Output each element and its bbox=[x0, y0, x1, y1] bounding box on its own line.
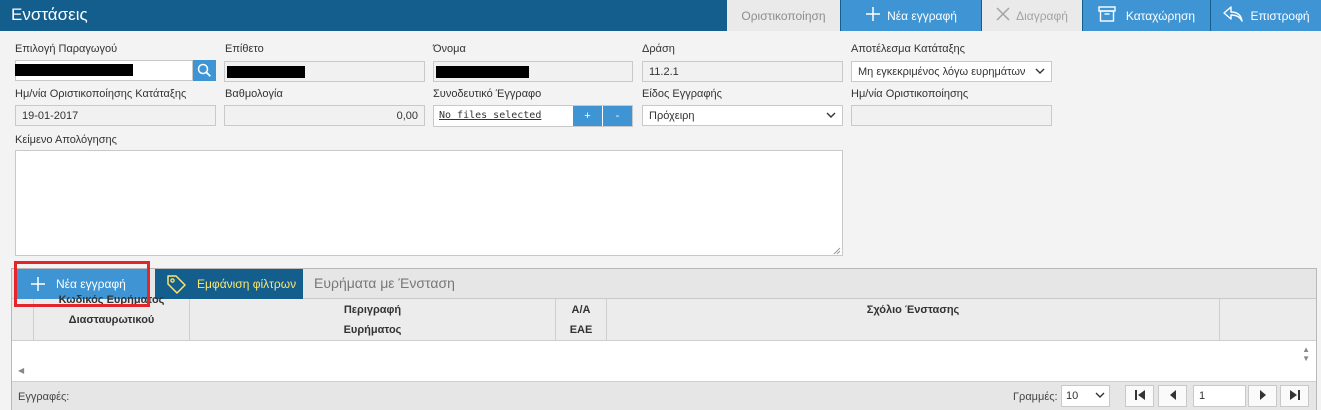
resize-handle-icon[interactable] bbox=[833, 246, 841, 255]
show-filters-label: Εμφάνιση φίλτρων bbox=[197, 277, 297, 291]
ranking-result-value: Μη εγκεκριμένος λόγω ευρημάτων bbox=[858, 66, 1026, 78]
column-header-aa[interactable]: Α/Α ΕΑΕ bbox=[556, 299, 607, 341]
first-page-button[interactable] bbox=[1125, 385, 1154, 407]
search-icon bbox=[194, 63, 215, 83]
first-page-icon bbox=[1134, 389, 1146, 404]
justification-label: Κείμενο Απολόγησης bbox=[15, 134, 117, 146]
delete-button[interactable]: Διαγραφή bbox=[982, 0, 1082, 31]
column-header-aa-line1: Α/Α bbox=[571, 304, 591, 316]
prev-page-button[interactable] bbox=[1158, 385, 1187, 407]
record-type-value: Πρόχειρη bbox=[649, 110, 695, 122]
close-icon bbox=[996, 7, 1010, 24]
grid-body: ◀ ▲ ▼ bbox=[12, 342, 1316, 380]
rows-per-page-value: 10 bbox=[1066, 390, 1079, 402]
producer-search-button[interactable] bbox=[193, 60, 216, 81]
grid-actions-column bbox=[1220, 299, 1316, 341]
records-count-label: Εγγραφές: bbox=[18, 391, 70, 403]
app-header: Ενστάσεις Οριστικοποίηση Νέα εγγραφή Δια… bbox=[0, 0, 1321, 31]
rows-per-page-label: Γραμμές: bbox=[1013, 391, 1058, 403]
column-header-description[interactable]: Περιγραφή Ευρήματος bbox=[190, 299, 556, 341]
redacted-surname bbox=[227, 66, 305, 78]
last-page-button[interactable] bbox=[1280, 385, 1309, 407]
finalize-label: Οριστικοποίηση bbox=[741, 8, 826, 23]
finalize-button[interactable]: Οριστικοποίηση bbox=[727, 0, 840, 31]
ranking-final-date-label: Ημ/νία Οριστικοποίησης Κατάταξης bbox=[15, 88, 187, 100]
scroll-left-icon[interactable]: ◀ bbox=[18, 366, 24, 375]
back-button[interactable]: Επιστροφή bbox=[1211, 0, 1321, 31]
vertical-scroll-icon[interactable]: ▲ ▼ bbox=[1302, 345, 1310, 363]
ranking-result-select[interactable]: Μη εγκεκριμένος λόγω ευρημάτων bbox=[851, 61, 1052, 82]
delete-label: Διαγραφή bbox=[1016, 8, 1068, 23]
score-label: Βαθμολογία bbox=[225, 88, 283, 100]
grid-header: Κωδικός Ευρήματος Διασταυρωτικού Περιγρα… bbox=[12, 294, 1316, 341]
record-type-select[interactable]: Πρόχειρη bbox=[642, 105, 843, 126]
ranking-final-date-field[interactable]: 19-01-2017 bbox=[15, 105, 216, 126]
header-new-record-label: Νέα εγγραφή bbox=[887, 8, 957, 23]
grid-footer: Εγγραφές: Γραμμές: 10 1 bbox=[12, 381, 1316, 410]
producer-label: Επιλογή Παραγωγού bbox=[15, 43, 118, 55]
last-page-icon bbox=[1289, 389, 1301, 404]
surname-label: Επίθετο bbox=[225, 43, 264, 55]
grid-select-column bbox=[12, 299, 34, 341]
column-header-description-line1: Περιγραφή bbox=[343, 304, 402, 316]
prev-page-icon bbox=[1168, 389, 1178, 404]
attached-document-status: No files selected bbox=[439, 110, 542, 121]
rows-per-page-select[interactable]: 10 bbox=[1061, 385, 1110, 407]
justification-textarea[interactable] bbox=[15, 150, 843, 256]
column-header-finding-code-line1: Κωδικός Ευρήματος bbox=[58, 294, 165, 306]
page-title: Ενστάσεις bbox=[11, 5, 88, 24]
name-label: Όνομα bbox=[433, 43, 466, 55]
finalize-date-field[interactable] bbox=[851, 105, 1052, 126]
column-header-finding-code[interactable]: Κωδικός Ευρήματος Διασταυρωτικού bbox=[34, 294, 190, 341]
archive-icon bbox=[1098, 6, 1116, 25]
chevron-down-icon bbox=[826, 110, 836, 123]
grid-new-record-label: Νέα εγγραφή bbox=[56, 277, 126, 291]
column-header-aa-line2: ΕΑΕ bbox=[569, 324, 593, 336]
action-field[interactable]: 11.2.1 bbox=[642, 61, 843, 82]
plus-icon bbox=[865, 6, 881, 25]
score-field[interactable]: 0,00 bbox=[224, 105, 425, 126]
redacted-name bbox=[436, 66, 529, 78]
column-header-description-line2: Ευρήματος bbox=[343, 324, 402, 336]
column-header-comment-line1: Σχόλιο Ένστασης bbox=[866, 304, 960, 316]
page-number-input[interactable]: 1 bbox=[1193, 385, 1246, 407]
remove-file-button[interactable]: - bbox=[603, 106, 632, 126]
record-type-label: Είδος Εγγραφής bbox=[642, 88, 722, 100]
chevron-down-icon bbox=[1035, 66, 1045, 79]
attached-document-label: Συνοδευτικό Έγγραφο bbox=[433, 88, 542, 100]
save-button[interactable]: Καταχώρηση bbox=[1083, 0, 1210, 31]
attached-document-input[interactable]: No files selected + - bbox=[433, 105, 633, 127]
column-header-comment[interactable]: Σχόλιο Ένστασης bbox=[607, 299, 1220, 341]
ranking-result-label: Αποτέλεσμα Κατάταξης bbox=[851, 43, 965, 55]
grid-toolbar: Νέα εγγραφή Εμφάνιση φίλτρων Ευρήματα με… bbox=[12, 269, 1316, 299]
finalize-date-label: Ημ/νία Οριστικοποίησης bbox=[851, 88, 969, 100]
findings-tab-title: Ευρήματα με Ένσταση bbox=[314, 275, 455, 291]
back-arrow-icon bbox=[1222, 6, 1244, 25]
next-page-button[interactable] bbox=[1248, 385, 1277, 407]
add-file-button[interactable]: + bbox=[573, 106, 602, 126]
findings-grid-panel: Νέα εγγραφή Εμφάνιση φίλτρων Ευρήματα με… bbox=[11, 261, 1317, 410]
next-page-icon bbox=[1258, 389, 1268, 404]
redacted-producer bbox=[15, 64, 133, 76]
action-label: Δράση bbox=[642, 43, 675, 55]
column-header-finding-code-line2: Διασταυρωτικού bbox=[68, 314, 155, 326]
save-label: Καταχώρηση bbox=[1125, 8, 1196, 23]
chevron-down-icon bbox=[1095, 390, 1105, 403]
header-new-record-button[interactable]: Νέα εγγραφή bbox=[841, 0, 981, 31]
back-label: Επιστροφή bbox=[1250, 8, 1310, 23]
